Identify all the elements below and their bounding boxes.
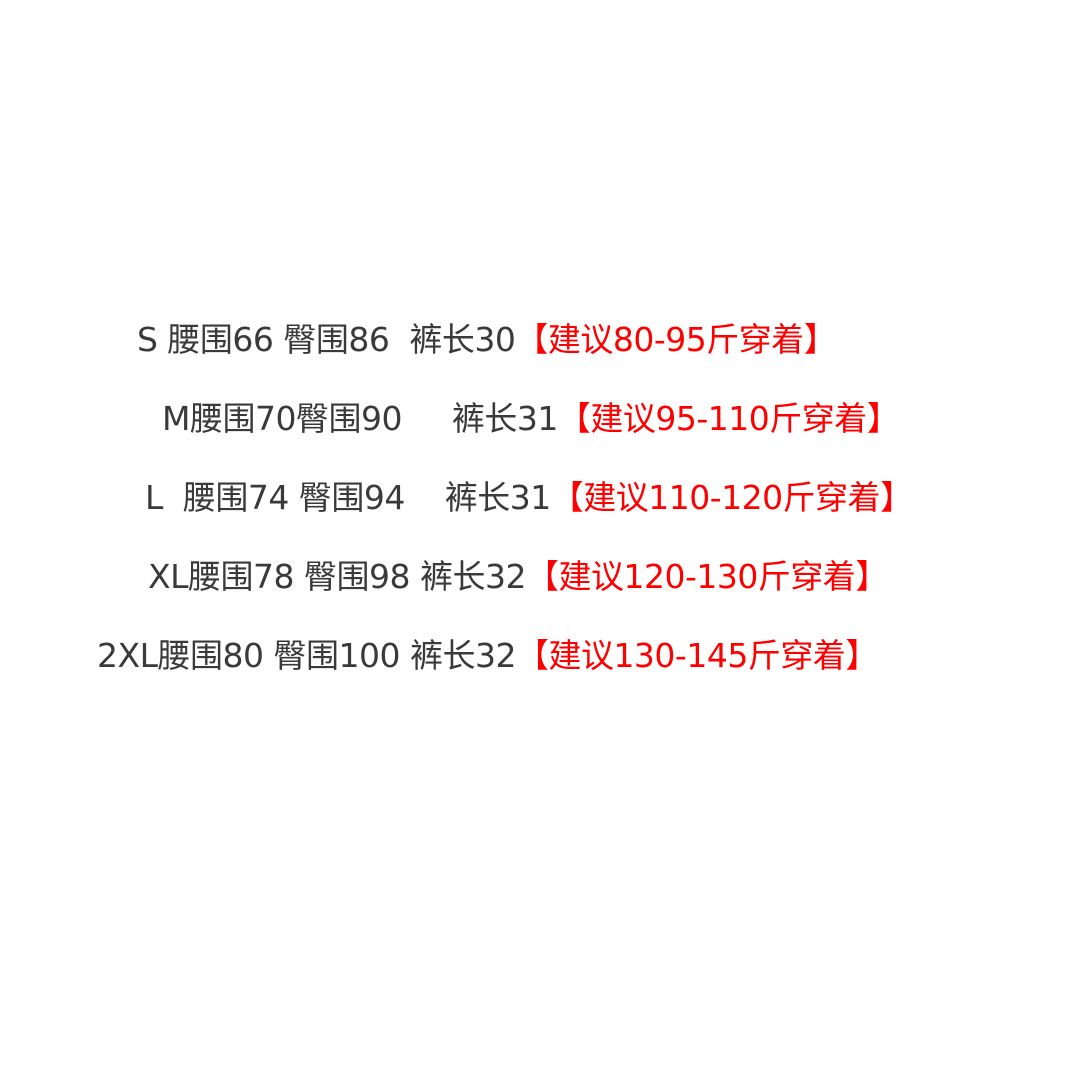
size-2xl-measurements: 2XL腰围80 臀围100 裤长32	[97, 636, 516, 675]
size-row-l: L 腰围74 臀围94 裤长31【建议110-120斤穿着】	[145, 478, 913, 518]
size-row-2xl: 2XL腰围80 臀围100 裤长32【建议130-145斤穿着】	[97, 636, 878, 676]
size-chart: S 腰围66 臀围86 裤长30【建议80-95斤穿着】 M腰围70臀围90 裤…	[0, 0, 1080, 1080]
size-row-m: M腰围70臀围90 裤长31【建议95-110斤穿着】	[162, 399, 900, 439]
size-s-recommendation: 【建议80-95斤穿着】	[515, 320, 837, 359]
size-2xl-recommendation: 【建议130-145斤穿着】	[515, 636, 878, 675]
size-l-measurements: L 腰围74 臀围94 裤长31	[145, 478, 551, 517]
size-xl-measurements: XL腰围78 臀围98 裤长32	[148, 557, 526, 596]
size-xl-recommendation: 【建议120-130斤穿着】	[525, 557, 888, 596]
size-row-s: S 腰围66 臀围86 裤长30【建议80-95斤穿着】	[137, 320, 837, 360]
size-m-measurements: M腰围70臀围90 裤长31	[162, 399, 558, 438]
size-m-recommendation: 【建议95-110斤穿着】	[557, 399, 900, 438]
size-row-xl: XL腰围78 臀围98 裤长32【建议120-130斤穿着】	[148, 557, 888, 597]
size-s-measurements: S 腰围66 臀围86 裤长30	[137, 320, 516, 359]
size-l-recommendation: 【建议110-120斤穿着】	[550, 478, 913, 517]
